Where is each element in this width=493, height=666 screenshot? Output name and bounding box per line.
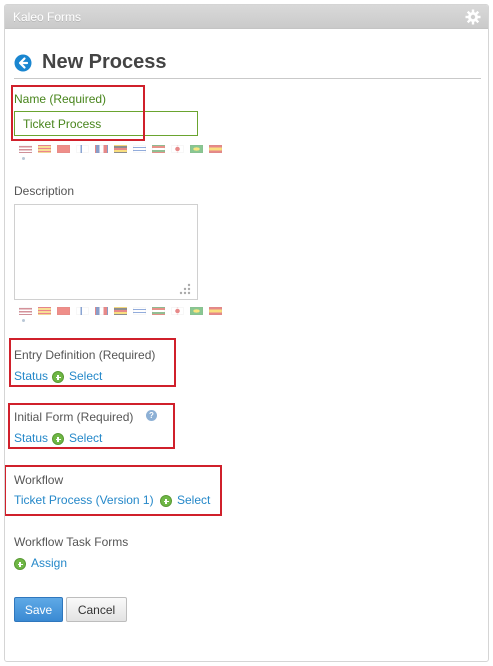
cancel-button[interactable]: Cancel xyxy=(66,597,127,622)
flag-ca-es-icon[interactable] xyxy=(38,145,51,153)
flag-indicator xyxy=(22,157,25,160)
workflow-value-link[interactable]: Ticket Process (Version 1) xyxy=(14,493,154,507)
save-button[interactable]: Save xyxy=(14,597,63,622)
workflow-label: Workflow xyxy=(14,473,64,487)
workflow-task-forms-label: Workflow Task Forms xyxy=(14,535,129,549)
flag-de-de-icon[interactable] xyxy=(114,145,127,153)
flag-es-es-icon[interactable] xyxy=(209,307,222,315)
name-language-flags xyxy=(19,145,222,155)
flag-zh-cn-icon[interactable] xyxy=(57,307,70,315)
entry-definition-label: Entry Definition (Required) xyxy=(14,348,156,362)
initial-form-label: Initial Form (Required) xyxy=(14,410,134,424)
flag-ca-es-icon[interactable] xyxy=(38,307,51,315)
initial-form-select-link[interactable]: Select xyxy=(69,431,102,445)
flag-indicator xyxy=(22,319,25,322)
description-textarea[interactable] xyxy=(14,204,198,300)
plus-circle-icon[interactable] xyxy=(14,558,26,570)
flag-ja-jp-icon[interactable] xyxy=(171,145,184,153)
entry-definition-select-link[interactable]: Select xyxy=(69,369,102,383)
name-label: Name (Required) xyxy=(14,92,107,106)
description-language-flags xyxy=(19,307,222,317)
portlet-titlebar: Kaleo Forms xyxy=(5,5,488,29)
page-title: New Process xyxy=(42,51,167,73)
description-label: Description xyxy=(14,184,75,198)
flag-fi-fi-icon[interactable] xyxy=(76,145,89,153)
flag-iw-il-icon[interactable] xyxy=(133,307,146,315)
flag-hu-hu-icon[interactable] xyxy=(152,307,165,315)
portlet-title: Kaleo Forms xyxy=(13,9,82,24)
back-arrow-icon[interactable] xyxy=(14,54,32,72)
portlet: Kaleo Forms New Process Name (Required) xyxy=(4,4,489,662)
flag-de-de-icon[interactable] xyxy=(114,307,127,315)
help-icon[interactable]: ? xyxy=(146,410,157,421)
flag-hu-hu-icon[interactable] xyxy=(152,145,165,153)
flag-ja-jp-icon[interactable] xyxy=(171,307,184,315)
entry-definition-value-link[interactable]: Status xyxy=(14,369,48,383)
plus-circle-icon[interactable] xyxy=(160,495,172,507)
assign-link[interactable]: Assign xyxy=(31,556,67,570)
flag-fi-fi-icon[interactable] xyxy=(76,307,89,315)
flag-en-us-icon[interactable] xyxy=(19,145,32,153)
flag-en-us-icon[interactable] xyxy=(19,307,32,315)
plus-circle-icon[interactable] xyxy=(52,433,64,445)
gear-icon[interactable] xyxy=(465,9,481,25)
plus-circle-icon[interactable] xyxy=(52,371,64,383)
initial-form-value-link[interactable]: Status xyxy=(14,431,48,445)
flag-es-es-icon[interactable] xyxy=(209,145,222,153)
flag-zh-cn-icon[interactable] xyxy=(57,145,70,153)
workflow-select-link[interactable]: Select xyxy=(177,493,210,507)
flag-pt-br-icon[interactable] xyxy=(190,145,203,153)
page-header: New Process xyxy=(14,47,481,79)
flag-fr-fr-icon[interactable] xyxy=(95,307,108,315)
flag-iw-il-icon[interactable] xyxy=(133,145,146,153)
resize-grip-icon[interactable] xyxy=(178,282,192,296)
flag-pt-br-icon[interactable] xyxy=(190,307,203,315)
name-input[interactable] xyxy=(14,111,198,136)
flag-fr-fr-icon[interactable] xyxy=(95,145,108,153)
